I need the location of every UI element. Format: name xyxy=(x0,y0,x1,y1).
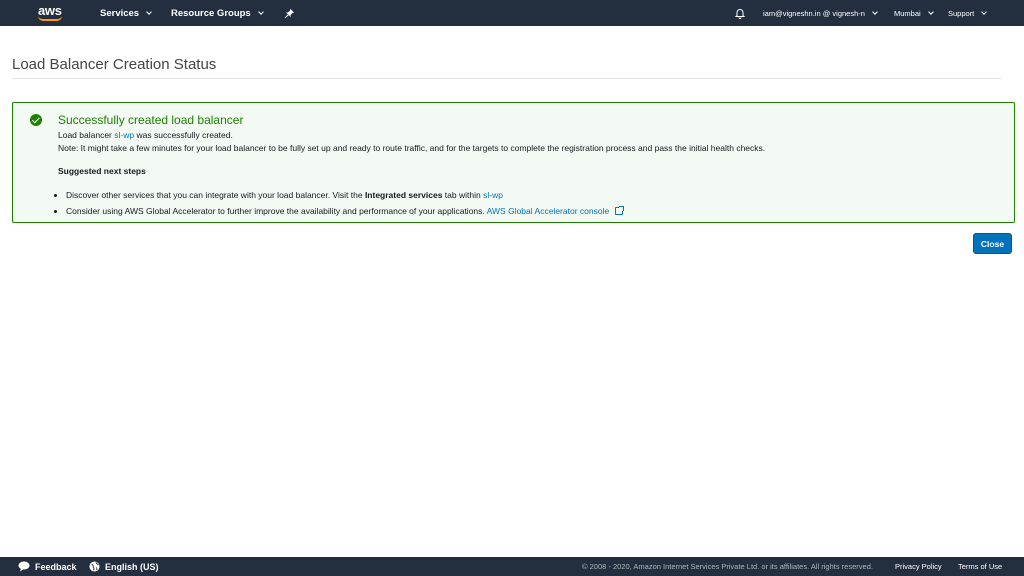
list-item: Discover other services that you can int… xyxy=(66,187,623,203)
language-label: English (US) xyxy=(105,561,159,572)
lb-name-link[interactable]: sl-wp xyxy=(114,130,134,140)
list-item: Consider using AWS Global Accelerator to… xyxy=(66,203,624,219)
page-title: Load Balancer Creation Status xyxy=(12,56,217,73)
flash-created-line: Load balancer sl-wp was successfully cre… xyxy=(58,130,233,140)
top-navigation-bar: aws Services Resource Groups iam@vignesh… xyxy=(0,0,1024,26)
aws-logo[interactable]: aws xyxy=(38,0,62,26)
services-menu[interactable]: Services xyxy=(100,0,152,26)
bullet1-prefix: Discover other services that you can int… xyxy=(66,190,363,200)
region-menu[interactable]: Mumbai xyxy=(894,0,934,26)
title-divider xyxy=(12,78,1002,79)
speech-bubble-icon xyxy=(18,561,30,572)
bullet1-bold: Integrated services xyxy=(364,190,443,200)
bullet1-mid: tab within xyxy=(444,190,481,200)
chevron-down-icon xyxy=(872,8,878,15)
resource-groups-menu[interactable]: Resource Groups xyxy=(171,0,264,26)
globe-icon xyxy=(89,561,100,572)
global-accelerator-link[interactable]: AWS Global Accelerator console xyxy=(487,206,610,216)
chevron-down-icon xyxy=(927,8,934,15)
success-check-icon xyxy=(30,114,42,126)
bullet1-lb-link[interactable]: sl-wp xyxy=(483,190,503,200)
feedback-label: Feedback xyxy=(35,561,77,572)
close-button[interactable]: Close xyxy=(973,233,1012,254)
aws-smile-icon xyxy=(38,16,62,21)
lb-prefix: Load balancer xyxy=(58,130,112,140)
region-label: Mumbai xyxy=(894,8,921,18)
bullet2-text: Consider using AWS Global Accelerator to… xyxy=(66,206,485,216)
resource-groups-label: Resource Groups xyxy=(171,7,251,19)
footer-bar: Feedback English (US) © 2008 - 2020, Ama… xyxy=(0,557,1024,576)
chevron-down-icon xyxy=(257,8,264,15)
support-menu[interactable]: Support xyxy=(948,0,988,26)
next-steps-list: Discover other services that you can int… xyxy=(66,187,624,219)
pushpin-icon-svg xyxy=(284,8,295,18)
flash-title: Successfully created load balancer xyxy=(58,113,244,127)
success-flash-message: Successfully created load balancer Load … xyxy=(12,102,1015,223)
bell-icon-svg xyxy=(734,9,746,19)
account-label: iam@vigneshn.in @ vignesh-n xyxy=(763,8,865,18)
terms-of-use-link[interactable]: Terms of Use xyxy=(958,557,1002,576)
next-steps-heading: Suggested next steps xyxy=(58,166,146,176)
copyright-text: © 2008 - 2020, Amazon Internet Services … xyxy=(582,562,873,571)
chevron-down-icon xyxy=(981,8,988,15)
pushpin-icon[interactable] xyxy=(284,0,295,26)
lb-suffix: was successfully created. xyxy=(136,130,233,140)
services-label: Services xyxy=(100,7,140,19)
language-selector[interactable]: English (US) xyxy=(89,557,159,576)
support-label: Support xyxy=(948,8,975,18)
feedback-button[interactable]: Feedback xyxy=(18,557,77,576)
external-link-icon xyxy=(614,206,624,215)
chevron-down-icon xyxy=(146,8,152,15)
privacy-policy-link[interactable]: Privacy Policy xyxy=(895,557,942,576)
bell-icon[interactable] xyxy=(734,0,746,26)
account-menu[interactable]: iam@vigneshn.in @ vignesh-n xyxy=(763,0,878,26)
flash-note: Note: It might take a few minutes for yo… xyxy=(58,143,766,153)
